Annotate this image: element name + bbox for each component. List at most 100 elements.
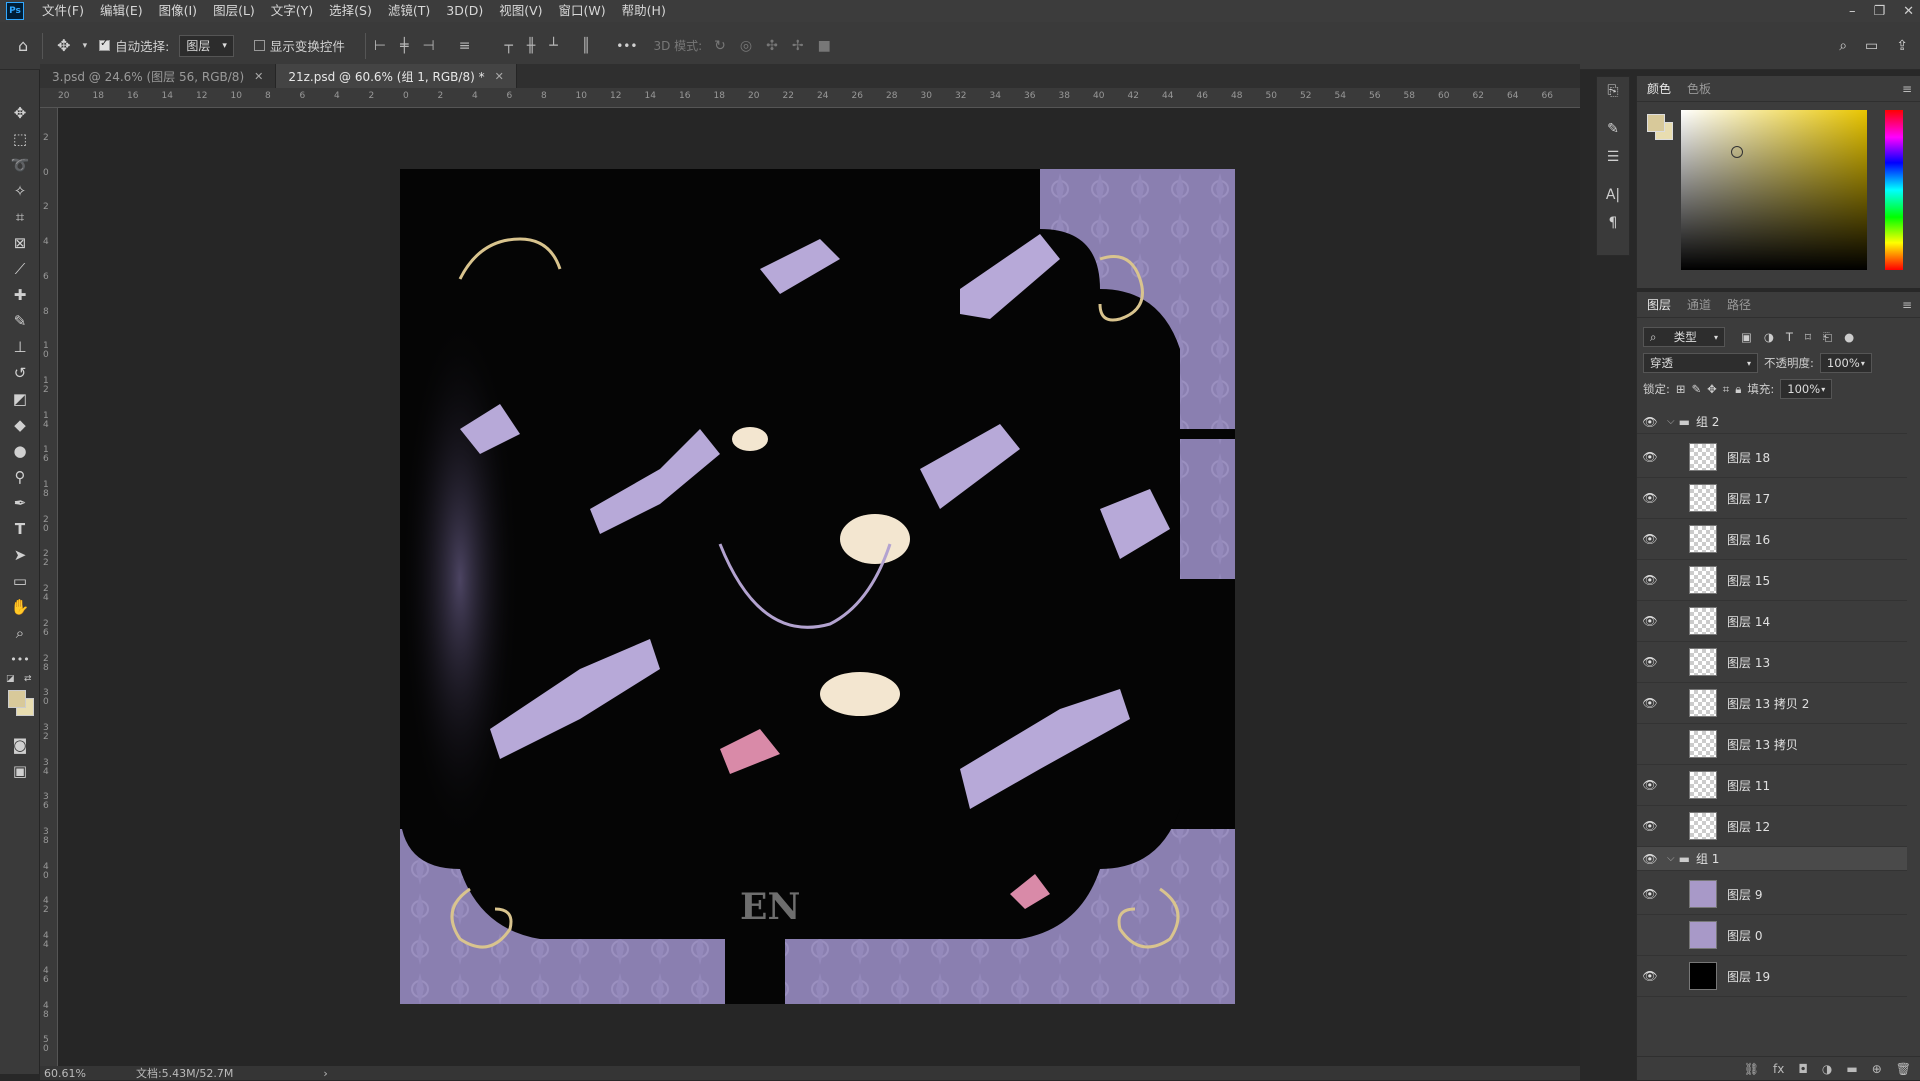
lock-all-icon[interactable]: 🔒︎ (1735, 382, 1741, 397)
frame-tool-icon[interactable]: ⊠ (0, 230, 40, 256)
color-picker-field[interactable] (1681, 110, 1867, 270)
filter-type-icon[interactable]: T (1786, 330, 1793, 345)
3d-pan-icon[interactable]: ✣ (766, 38, 778, 54)
opacity-input[interactable]: 100% ▾ (1819, 353, 1872, 373)
eye-icon[interactable]: 👁︎ (1637, 532, 1663, 546)
eye-icon[interactable]: 👁︎ (1637, 614, 1663, 628)
swap-colors-icon[interactable]: ⇄ (24, 674, 32, 684)
align-center-h-icon[interactable]: ╪ (400, 38, 408, 54)
eye-icon[interactable]: 👁︎ (1637, 778, 1663, 792)
3d-camera-icon[interactable]: ■ (818, 38, 831, 54)
chevron-down-icon[interactable]: ⌵ (1667, 416, 1675, 427)
align-middle-v-icon[interactable]: ╫ (527, 38, 535, 54)
distribute-v-icon[interactable]: ║ (582, 38, 590, 54)
crop-tool-icon[interactable]: ⌗ (0, 204, 40, 230)
eye-icon[interactable]: 👁︎ (1637, 887, 1663, 901)
close-icon[interactable]: ✕ (254, 70, 263, 83)
home-icon[interactable]: ⌂ (12, 36, 34, 55)
history-icon[interactable]: ⎘ (1597, 77, 1629, 105)
filter-smart-object-icon[interactable]: ⎗ (1823, 330, 1832, 345)
layer-row[interactable]: 👁︎ 图层 18 (1637, 437, 1907, 478)
lock-position-icon[interactable]: ✥ (1707, 382, 1717, 396)
menu-layer[interactable]: 图层(L) (205, 0, 263, 22)
adjustment-layer-icon[interactable]: ◑ (1822, 1062, 1832, 1076)
layer-row[interactable]: 👁︎ 图层 12 (1637, 806, 1907, 847)
close-icon[interactable]: ✕ (495, 70, 504, 83)
close-button[interactable]: ✕ (1903, 4, 1914, 19)
rectangle-tool-icon[interactable]: ▭ (0, 568, 40, 594)
lock-pixels-icon[interactable]: ✎ (1692, 382, 1702, 396)
move-tool-icon[interactable]: ✥ (0, 100, 40, 126)
3d-orbit-icon[interactable]: ↻ (714, 38, 726, 54)
type-tool-icon[interactable]: T (0, 516, 40, 542)
layer-row[interactable]: 👁︎ 图层 19 (1637, 956, 1907, 997)
eye-icon[interactable]: 👁︎ (1637, 852, 1663, 866)
lasso-tool-icon[interactable]: ➰ (0, 152, 40, 178)
tab-swatches[interactable]: 色板 (1687, 80, 1711, 97)
delete-layer-icon[interactable]: 🗑︎ (1896, 1062, 1911, 1076)
color-picker-cursor[interactable] (1731, 146, 1743, 158)
lock-artboard-icon[interactable]: ⌗ (1723, 382, 1729, 397)
zoom-tool-icon[interactable]: ⌕ (0, 620, 40, 646)
share-icon[interactable]: ⇪ (1896, 38, 1908, 54)
filter-adjustment-icon[interactable]: ◑ (1764, 330, 1774, 345)
filter-shape-icon[interactable]: ⌑ (1805, 330, 1811, 345)
3d-roll-icon[interactable]: ◎ (740, 38, 752, 54)
dodge-tool-icon[interactable]: ⚲ (0, 464, 40, 490)
align-right-icon[interactable]: ⊣ (423, 38, 435, 54)
brush-tool-icon[interactable]: ✎ (0, 308, 40, 334)
menu-3d[interactable]: 3D(D) (438, 0, 491, 22)
healing-brush-tool-icon[interactable]: ✚ (0, 282, 40, 308)
document-canvas[interactable]: EN (400, 169, 1235, 1004)
eye-icon[interactable]: 👁︎ (1637, 573, 1663, 587)
layer-row[interactable]: 👁︎ 图层 11 (1637, 765, 1907, 806)
blend-mode-dropdown[interactable]: 穿透 ▾ (1643, 353, 1758, 373)
layer-group-row[interactable]: 👁︎ ⌵ ▬ 组 1 (1637, 847, 1907, 871)
layer-row[interactable]: 👁︎ 图层 13 拷贝 2 (1637, 683, 1907, 724)
lock-transparency-icon[interactable]: ⊞ (1676, 382, 1686, 396)
eye-icon[interactable]: 👁︎ (1637, 450, 1663, 464)
layer-row[interactable]: 👁︎ 图层 9 (1637, 874, 1907, 915)
menu-type[interactable]: 文字(Y) (263, 0, 321, 22)
tab-color[interactable]: 颜色 (1647, 80, 1671, 97)
eyedropper-tool-icon[interactable]: ⟋ (0, 256, 40, 282)
menu-filter[interactable]: 滤镜(T) (380, 0, 438, 22)
minimize-button[interactable]: – (1849, 4, 1856, 19)
menu-select[interactable]: 选择(S) (321, 0, 380, 22)
chevron-down-icon[interactable]: ▾ (77, 41, 94, 51)
eye-icon[interactable]: 👁︎ (1637, 969, 1663, 983)
layer-row[interactable]: 图层 13 拷贝 (1637, 724, 1907, 765)
paint-bucket-tool-icon[interactable]: ◆ (0, 412, 40, 438)
stamp-tool-icon[interactable]: ⊥ (0, 334, 40, 360)
align-top-icon[interactable]: ┬ (504, 38, 512, 54)
eye-icon[interactable]: 👁︎ (1637, 655, 1663, 669)
new-group-icon[interactable]: ▬ (1846, 1062, 1857, 1076)
show-transform-checkbox[interactable]: 显示变换控件 (253, 36, 345, 55)
foreground-color-swatch[interactable] (8, 690, 26, 708)
pen-tool-icon[interactable]: ✒ (0, 490, 40, 516)
eraser-tool-icon[interactable]: ◩ (0, 386, 40, 412)
menu-help[interactable]: 帮助(H) (614, 0, 674, 22)
more-tools-icon[interactable]: ••• (0, 646, 40, 672)
align-bottom-icon[interactable]: ┴ (549, 38, 557, 54)
more-options-button[interactable]: ••• (610, 39, 643, 53)
magic-wand-tool-icon[interactable]: ✧ (0, 178, 40, 204)
blur-tool-icon[interactable]: ● (0, 438, 40, 464)
menu-file[interactable]: 文件(F) (34, 0, 92, 22)
distribute-h-icon[interactable]: ≡ (459, 38, 471, 54)
tab-layers[interactable]: 图层 (1647, 296, 1671, 313)
paragraph-icon[interactable]: ¶ (1597, 209, 1629, 237)
history-brush-tool-icon[interactable]: ↺ (0, 360, 40, 386)
tab-21zpsd[interactable]: 21z.psd @ 60.6% (组 1, RGB/8) * ✕ (276, 64, 517, 88)
layer-style-icon[interactable]: fx (1773, 1062, 1784, 1076)
filter-toggle-icon[interactable]: ● (1844, 330, 1854, 345)
layer-row[interactable]: 👁︎ 图层 13 (1637, 642, 1907, 683)
fill-input[interactable]: 100% ▾ (1780, 379, 1833, 399)
menu-image[interactable]: 图像(I) (151, 0, 205, 22)
screen-mode-icon[interactable]: ▣ (0, 758, 40, 784)
chevron-down-icon[interactable]: ⌵ (1667, 853, 1675, 864)
tab-3psd[interactable]: 3.psd @ 24.6% (图层 56, RGB/8) ✕ (40, 64, 277, 88)
quick-mask-icon[interactable]: ◙ (0, 732, 40, 758)
layer-row[interactable]: 👁︎ 图层 17 (1637, 478, 1907, 519)
path-selection-tool-icon[interactable]: ➤ (0, 542, 40, 568)
